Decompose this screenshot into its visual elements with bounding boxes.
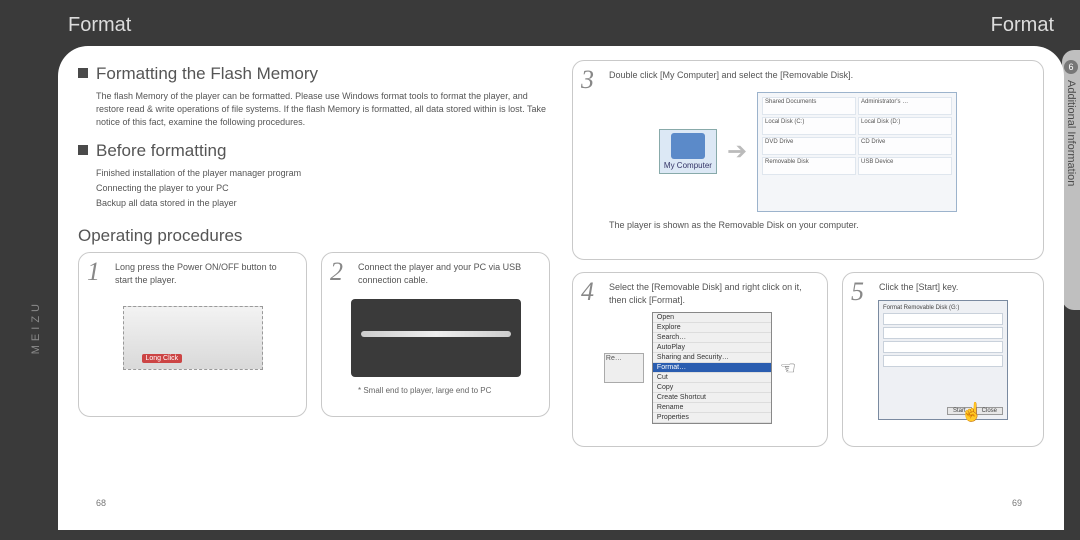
explorer-item: USB Device: [858, 157, 952, 175]
dialog-field: [883, 327, 1003, 339]
step-number: 1: [87, 257, 100, 287]
step-number: 3: [581, 65, 594, 95]
manual-page-spread: Formatting the Flash Memory The flash Me…: [58, 46, 1064, 530]
dialog-field: [883, 341, 1003, 353]
before-item: Backup all data stored in the player: [78, 197, 550, 210]
chapter-title: Additional Information: [1065, 80, 1077, 186]
context-menu-item: Copy: [653, 383, 771, 393]
hand-cursor-icon: ☝: [961, 402, 983, 423]
explorer-item: Shared Documents: [762, 97, 856, 115]
step-5-card: 5 Click the [Start] key. Format Removabl…: [842, 272, 1044, 447]
chapter-side-tab: 6 Additional Information: [1062, 50, 1080, 310]
context-menu-item: Search…: [653, 333, 771, 343]
dialog-title: Format Removable Disk (G:): [883, 305, 1003, 311]
page-number-right: 69: [1012, 498, 1022, 508]
step-1-illustration: Long Click: [89, 296, 296, 380]
page-number-left: 68: [96, 498, 106, 508]
step-1-card: 1 Long press the Power ON/OFF button to …: [78, 252, 307, 417]
step-2-footnote: * Small end to player, large end to PC: [358, 386, 539, 395]
step-number: 4: [581, 277, 594, 307]
format-dialog-illustration: Format Removable Disk (G:) Start Close ☝: [878, 300, 1008, 420]
before-item: Finished installation of the player mana…: [78, 167, 550, 180]
step-5-illustration: Format Removable Disk (G:) Start Close ☝: [853, 300, 1033, 420]
explorer-item: Local Disk (D:): [858, 117, 952, 135]
step-2-card: 2 Connect the player and your PC via USB…: [321, 252, 550, 417]
player-device-illustration: Long Click: [123, 306, 263, 370]
dialog-field: [883, 313, 1003, 325]
context-menu-item: Rename: [653, 403, 771, 413]
step-text: Connect the player and your PC via USB c…: [358, 261, 539, 286]
my-computer-icon: My Computer: [659, 129, 717, 174]
step-number: 2: [330, 257, 343, 287]
step-3-card: 3 Double click [My Computer] and select …: [572, 60, 1044, 260]
step-4-card: 4 Select the [Removable Disk] and right …: [572, 272, 828, 447]
heading-operating-procedures: Operating procedures: [78, 226, 550, 246]
left-page: Formatting the Flash Memory The flash Me…: [78, 60, 550, 520]
context-menu-item-selected: Format…: [653, 363, 771, 373]
context-menu-item: Create Shortcut: [653, 393, 771, 403]
context-menu-item: Explore: [653, 323, 771, 333]
long-click-callout: Long Click: [142, 354, 183, 363]
explorer-window-illustration: Shared Documents Administrator's … Local…: [757, 92, 957, 212]
explorer-item: CD Drive: [858, 137, 952, 155]
context-menu-illustration: Open Explore Search… AutoPlay Sharing an…: [652, 312, 772, 424]
flash-memory-body: The flash Memory of the player can be fo…: [78, 90, 550, 129]
removable-disk-icon: Re…: [604, 353, 644, 383]
step-number: 5: [851, 277, 864, 307]
context-menu-item: Cut: [653, 373, 771, 383]
heading-flash-memory: Formatting the Flash Memory: [78, 64, 550, 84]
context-menu-item: Open: [653, 313, 771, 323]
step-text: Double click [My Computer] and select th…: [609, 69, 1033, 82]
usb-cable-illustration: [351, 299, 521, 377]
step-text: Click the [Start] key.: [879, 281, 1033, 294]
step-2-illustration: [332, 296, 539, 380]
step-text: Select the [Removable Disk] and right cl…: [609, 281, 817, 306]
page-header-right: Format: [991, 14, 1054, 37]
explorer-item: Administrator's …: [858, 97, 952, 115]
arrow-right-icon: ➔: [727, 137, 747, 166]
step-4-illustration: Re… Open Explore Search… AutoPlay Sharin…: [583, 312, 817, 424]
heading-before-formatting: Before formatting: [78, 141, 550, 161]
step-3-caption: The player is shown as the Removable Dis…: [609, 220, 1033, 230]
step-3-illustration: My Computer ➔ Shared Documents Administr…: [583, 92, 1033, 212]
context-menu-item: Sharing and Security…: [653, 353, 771, 363]
right-page: 3 Double click [My Computer] and select …: [572, 60, 1044, 520]
explorer-item: DVD Drive: [762, 137, 856, 155]
chapter-number-badge: 6: [1064, 60, 1078, 74]
context-menu-item: AutoPlay: [653, 343, 771, 353]
before-item: Connecting the player to your PC: [78, 182, 550, 195]
page-header-left: Format: [68, 14, 131, 37]
hand-cursor-icon: ☜: [780, 358, 796, 379]
context-menu-item: Properties: [653, 413, 771, 423]
brand-vertical: MEIZU: [30, 300, 42, 354]
explorer-item: Removable Disk: [762, 157, 856, 175]
explorer-item: Local Disk (C:): [762, 117, 856, 135]
step-text: Long press the Power ON/OFF button to st…: [115, 261, 296, 286]
dialog-field: [883, 355, 1003, 367]
